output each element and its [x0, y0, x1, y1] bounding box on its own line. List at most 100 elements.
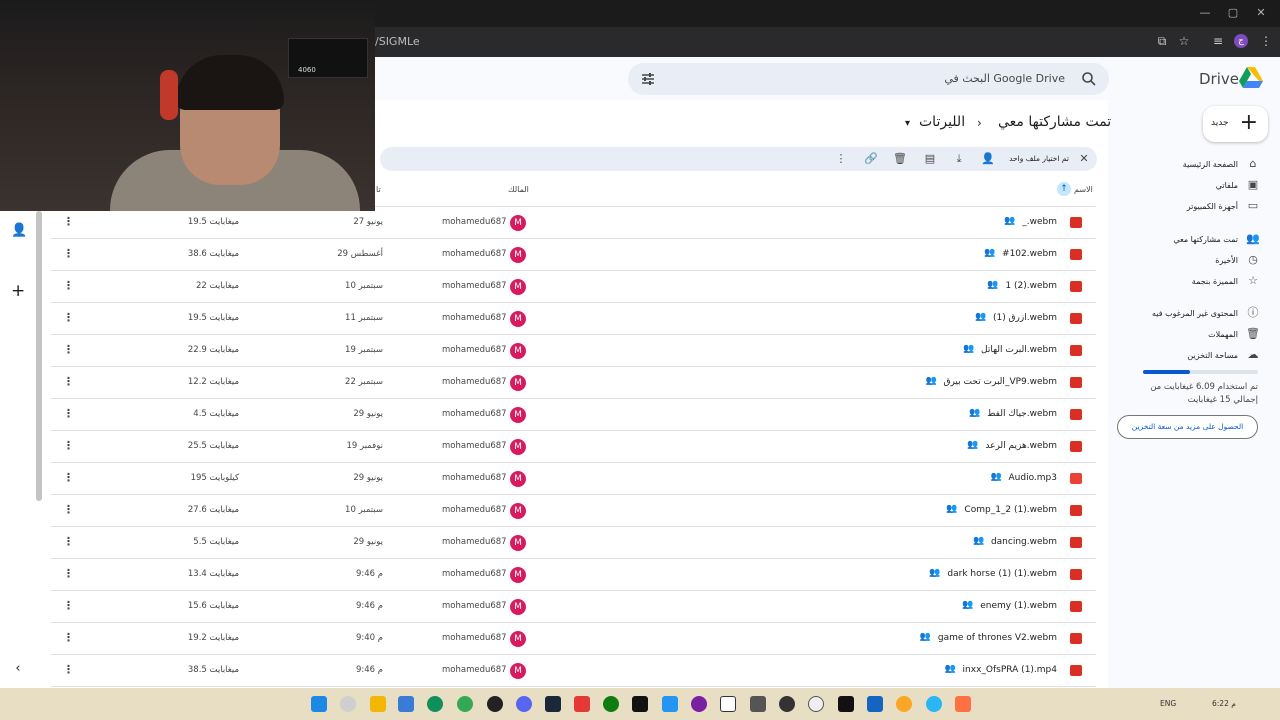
file-name[interactable]: enemy (1).webm: [980, 601, 1057, 611]
sort-ascending-icon[interactable]: ↑: [1057, 182, 1071, 196]
row-more-icon[interactable]: ⋮: [63, 471, 74, 484]
row-more-icon[interactable]: ⋮: [63, 503, 74, 516]
row-more-icon[interactable]: ⋮: [63, 439, 74, 452]
row-more-icon[interactable]: ⋮: [63, 279, 74, 292]
discord-icon[interactable]: [516, 696, 532, 712]
start-icon[interactable]: [311, 696, 327, 712]
sidebar-item-home[interactable]: الصفحة الرئيسية ⌂: [1130, 155, 1260, 173]
sidebar-item-starred[interactable]: المميزة بنجمة ☆: [1130, 272, 1260, 290]
row-more-icon[interactable]: ⋮: [63, 215, 74, 228]
steam-icon[interactable]: [545, 696, 561, 712]
file-name[interactable]: inxx_OfsPRA (1).mp4: [963, 665, 1057, 675]
file-row[interactable]: ⋮ 19.5 ميغابايت 27 يونيو mohamedu687 M 👥 _.web…: [51, 207, 1096, 239]
file-name[interactable]: Comp_1_2 (1).webm: [964, 505, 1057, 515]
file-row[interactable]: ⋮ 4.5 ميغابايت 29 يونيو mohamedu687 M 👥 جياك ا…: [51, 399, 1096, 431]
close-window-icon[interactable]: ✕: [1254, 6, 1268, 19]
row-more-icon[interactable]: ⋮: [63, 311, 74, 324]
playlist-icon[interactable]: ≡: [1210, 33, 1226, 49]
copy-link-icon[interactable]: 🔗: [864, 152, 878, 166]
file-row[interactable]: ⋮ 13.4 ميغابايت 9:46 م mohamedu687 M 👥 dark ho…: [51, 559, 1096, 591]
bookmark-star-icon[interactable]: ☆: [1176, 33, 1192, 49]
capcut-icon[interactable]: [632, 696, 648, 712]
taskbar-search-icon[interactable]: [340, 696, 356, 712]
add-panel-icon[interactable]: +: [11, 281, 25, 301]
chat-app-icon[interactable]: [896, 696, 912, 712]
install-app-icon[interactable]: ⧉: [1154, 33, 1170, 49]
game-icon[interactable]: [779, 696, 795, 712]
row-more-icon[interactable]: ⋮: [63, 247, 74, 260]
drive-logo-icon[interactable]: [1239, 67, 1263, 89]
scrollbar[interactable]: [36, 211, 42, 501]
download-icon[interactable]: ⤓: [952, 152, 966, 166]
get-more-storage-button[interactable]: الحصول على مزيد من سعة التخزين: [1117, 415, 1258, 439]
illustrator-icon[interactable]: [955, 696, 971, 712]
file-name[interactable]: البرت تحت بيرق_VP9.webm: [943, 377, 1057, 387]
medium-icon[interactable]: [720, 696, 736, 712]
folder-dropdown-icon[interactable]: ▾: [905, 118, 910, 129]
search-input[interactable]: البحث في Google Drive: [944, 72, 1065, 85]
edge-icon[interactable]: [427, 696, 443, 712]
tool-icon[interactable]: [750, 696, 766, 712]
file-row[interactable]: ⋮ 27.6 ميغابايت 10 سبتمبر mohamedu687 M 👥 Comp…: [51, 495, 1096, 527]
profile-avatar[interactable]: ج: [1234, 34, 1248, 48]
file-name[interactable]: ازرق (1).webm: [993, 313, 1057, 323]
sidebar-item-my-drive[interactable]: ملفاتي ▣: [1130, 176, 1260, 194]
chrome-icon[interactable]: [457, 696, 473, 712]
row-more-icon[interactable]: ⋮: [63, 631, 74, 644]
file-row[interactable]: ⋮ 38.6 ميغابايت 29 أغسطس mohamedu687 M 👥 #102.…: [51, 239, 1096, 271]
file-row[interactable]: ⋮ 19.5 ميغابايت 11 سبتمبر mohamedu687 M 👥 ازرق…: [51, 303, 1096, 335]
file-name[interactable]: dark horse (1) (1).webm: [947, 569, 1057, 579]
app-circle-icon[interactable]: [691, 696, 707, 712]
file-name[interactable]: هزيم الرعد.webm: [985, 441, 1057, 451]
more-actions-icon[interactable]: ⋮: [834, 152, 848, 166]
file-name[interactable]: _.webm: [1022, 217, 1057, 227]
settings-icon[interactable]: [808, 696, 824, 712]
collapse-panel-icon[interactable]: ‹: [11, 661, 25, 676]
drive-logo-text[interactable]: Drive: [1199, 70, 1239, 88]
share-icon[interactable]: 👤: [981, 152, 995, 166]
address-bar[interactable]: /SIGMLe: [375, 35, 420, 48]
file-name[interactable]: 1 (2).webm: [1005, 281, 1057, 291]
breadcrumb-current-folder[interactable]: الليرتات: [919, 114, 965, 130]
new-button[interactable]: + جديد: [1203, 106, 1268, 142]
clear-selection-icon[interactable]: ✕: [1077, 152, 1091, 166]
column-header-modified[interactable]: تا: [376, 185, 381, 194]
wave-app-icon[interactable]: [867, 696, 883, 712]
contacts-icon[interactable]: 👤: [11, 223, 27, 238]
file-row[interactable]: ⋮ 38.5 ميغابايت 9:46 م mohamedu687 M 👥 inxx_Of…: [51, 655, 1096, 687]
xbox-icon[interactable]: [603, 696, 619, 712]
search-bar[interactable]: البحث في Google Drive: [628, 63, 1109, 95]
language-indicator[interactable]: ENG: [1160, 699, 1176, 708]
file-name[interactable]: البرت الهاتل.webm: [981, 345, 1057, 355]
file-row[interactable]: ⋮ 25.5 ميغابايت 19 نوفمبر mohamedu687 M 👥 هزيم…: [51, 431, 1096, 463]
row-more-icon[interactable]: ⋮: [63, 343, 74, 356]
row-more-icon[interactable]: ⋮: [63, 535, 74, 548]
telegram-icon[interactable]: [926, 696, 942, 712]
file-row[interactable]: ⋮ 12.2 ميغابايت 22 سبتمبر mohamedu687 M 👥 البر…: [51, 367, 1096, 399]
browser-menu-icon[interactable]: ⋮: [1258, 33, 1274, 49]
file-name[interactable]: جياك الفط.webm: [987, 409, 1057, 419]
search-icon[interactable]: [1081, 71, 1097, 87]
file-explorer-icon[interactable]: [370, 696, 386, 712]
file-name[interactable]: Audio.mp3: [1009, 473, 1058, 483]
column-header-name[interactable]: الاسم: [1074, 185, 1093, 194]
sidebar-item-recent[interactable]: الأخيرة ◷: [1130, 251, 1260, 269]
sidebar-item-storage[interactable]: مساحة التخزين ☁: [1130, 346, 1260, 364]
minimize-icon[interactable]: —: [1198, 6, 1212, 19]
file-row[interactable]: ⋮ 195 كيلوبايت 29 يونيو mohamedu687 M 👥 Audio.…: [51, 463, 1096, 495]
terminal-icon[interactable]: [838, 696, 854, 712]
row-more-icon[interactable]: ⋮: [63, 407, 74, 420]
sidebar-item-trash[interactable]: المهملات 🗑: [1130, 325, 1260, 343]
column-header-owner[interactable]: المالك: [508, 185, 529, 194]
obs-icon[interactable]: [487, 696, 503, 712]
search-options-icon[interactable]: [640, 71, 656, 87]
file-row[interactable]: ⋮ 22 ميغابايت 10 سبتمبر mohamedu687 M 👥 1 (2).…: [51, 271, 1096, 303]
taskbar-clock[interactable]: 6:22 م: [1212, 699, 1236, 708]
app-window-icon[interactable]: [662, 696, 678, 712]
file-name[interactable]: dancing.webm: [991, 537, 1057, 547]
sidebar-item-computers[interactable]: أجهزة الكمبيوتر ▭: [1130, 197, 1260, 215]
row-more-icon[interactable]: ⋮: [63, 567, 74, 580]
sidebar-item-spam[interactable]: المحتوى غير المرغوب فيه ⓘ: [1130, 304, 1260, 322]
move-icon[interactable]: ▤: [923, 152, 937, 166]
row-more-icon[interactable]: ⋮: [63, 375, 74, 388]
